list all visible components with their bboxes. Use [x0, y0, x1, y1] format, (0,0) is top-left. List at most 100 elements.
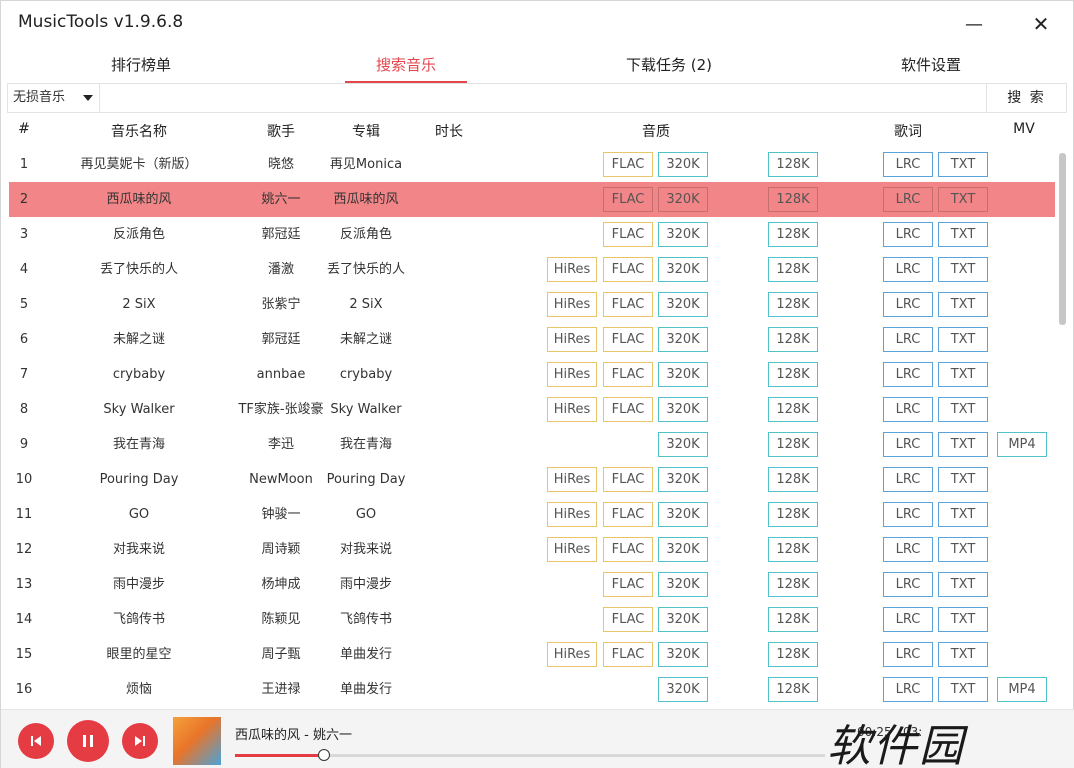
quality-128-button[interactable]: 128K [768, 537, 818, 562]
table-row[interactable]: 14 飞鸽传书 陈颖见 飞鸽传书 FLAC 320K 128K LRC TXT [9, 602, 1055, 637]
tab-search[interactable]: 搜索音乐 [345, 49, 467, 83]
table-row[interactable]: 3 反派角色 郭冠廷 反派角色 FLAC 320K 128K LRC TXT [9, 217, 1055, 252]
txt-button[interactable]: TXT [938, 257, 988, 282]
hires-button[interactable]: HiRes [547, 292, 597, 317]
flac-button[interactable]: FLAC [603, 642, 653, 667]
flac-button[interactable]: FLAC [603, 152, 653, 177]
flac-button[interactable]: FLAC [603, 257, 653, 282]
flac-button[interactable]: FLAC [603, 467, 653, 492]
table-row[interactable]: 2 西瓜味的风 姚六一 西瓜味的风 FLAC 320K 128K LRC TXT [9, 182, 1055, 217]
txt-button[interactable]: TXT [938, 362, 988, 387]
quality-320-button[interactable]: 320K [658, 257, 708, 282]
txt-button[interactable]: TXT [938, 607, 988, 632]
quality-320-button[interactable]: 320K [658, 537, 708, 562]
lrc-button[interactable]: LRC [883, 327, 933, 352]
quality-320-button[interactable]: 320K [658, 152, 708, 177]
quality-128-button[interactable]: 128K [768, 152, 818, 177]
lrc-button[interactable]: LRC [883, 152, 933, 177]
quality-128-button[interactable]: 128K [768, 642, 818, 667]
txt-button[interactable]: TXT [938, 187, 988, 212]
quality-128-button[interactable]: 128K [768, 222, 818, 247]
quality-128-button[interactable]: 128K [768, 572, 818, 597]
quality-320-button[interactable]: 320K [658, 467, 708, 492]
txt-button[interactable]: TXT [938, 467, 988, 492]
table-row[interactable]: 16 烦恼 王进禄 单曲发行 320K 128K LRC TXT MP4 [9, 672, 1055, 707]
lrc-button[interactable]: LRC [883, 187, 933, 212]
flac-button[interactable]: FLAC [603, 292, 653, 317]
skip-next-icon[interactable] [122, 723, 158, 759]
table-row[interactable]: 7 crybaby annbae crybaby HiRes FLAC 320K 128K LR… [9, 357, 1055, 392]
flac-button[interactable]: FLAC [603, 397, 653, 422]
quality-320-button[interactable]: 320K [658, 642, 708, 667]
flac-button[interactable]: FLAC [603, 362, 653, 387]
txt-button[interactable]: TXT [938, 677, 988, 702]
skip-previous-icon[interactable] [18, 723, 54, 759]
quality-320-button[interactable]: 320K [658, 677, 708, 702]
txt-button[interactable]: TXT [938, 222, 988, 247]
hires-button[interactable]: HiRes [547, 362, 597, 387]
quality-320-button[interactable]: 320K [658, 222, 708, 247]
lrc-button[interactable]: LRC [883, 467, 933, 492]
txt-button[interactable]: TXT [938, 397, 988, 422]
search-input[interactable] [100, 84, 986, 112]
table-row[interactable]: 1 再见莫妮卡（新版） 晓悠 再见Monica FLAC 320K 128K LRC TXT [9, 147, 1055, 182]
scrollbar[interactable] [1057, 147, 1067, 707]
search-button[interactable]: 搜 索 [986, 84, 1066, 112]
quality-128-button[interactable]: 128K [768, 467, 818, 492]
txt-button[interactable]: TXT [938, 537, 988, 562]
hires-button[interactable]: HiRes [547, 467, 597, 492]
quality-320-button[interactable]: 320K [658, 187, 708, 212]
txt-button[interactable]: TXT [938, 502, 988, 527]
quality-128-button[interactable]: 128K [768, 397, 818, 422]
txt-button[interactable]: TXT [938, 572, 988, 597]
lrc-button[interactable]: LRC [883, 572, 933, 597]
lrc-button[interactable]: LRC [883, 432, 933, 457]
tab-downloads[interactable]: 下载任务 (2) [607, 49, 731, 83]
flac-button[interactable]: FLAC [603, 537, 653, 562]
quality-128-button[interactable]: 128K [768, 362, 818, 387]
lrc-button[interactable]: LRC [883, 537, 933, 562]
quality-128-button[interactable]: 128K [768, 327, 818, 352]
lrc-button[interactable]: LRC [883, 362, 933, 387]
minimize-icon[interactable]: — [959, 9, 989, 39]
table-row[interactable]: 6 未解之谜 郭冠廷 未解之谜 HiRes FLAC 320K 128K LRC TXT [9, 322, 1055, 357]
hires-button[interactable]: HiRes [547, 502, 597, 527]
table-row[interactable]: 12 对我来说 周诗颖 对我来说 HiRes FLAC 320K 128K LRC TXT [9, 532, 1055, 567]
source-select[interactable]: 无损音乐 [8, 84, 100, 112]
flac-button[interactable]: FLAC [603, 572, 653, 597]
tab-settings[interactable]: 软件设置 [871, 49, 991, 83]
table-row[interactable]: 11 GO 钟骏一 GO HiRes FLAC 320K 128K LRC TXT [9, 497, 1055, 532]
tab-charts[interactable]: 排行榜单 [81, 49, 201, 83]
lrc-button[interactable]: LRC [883, 292, 933, 317]
quality-128-button[interactable]: 128K [768, 187, 818, 212]
quality-128-button[interactable]: 128K [768, 257, 818, 282]
flac-button[interactable]: FLAC [603, 222, 653, 247]
hires-button[interactable]: HiRes [547, 537, 597, 562]
flac-button[interactable]: FLAC [603, 607, 653, 632]
flac-button[interactable]: FLAC [603, 187, 653, 212]
close-icon[interactable]: ✕ [1026, 9, 1056, 39]
hires-button[interactable]: HiRes [547, 397, 597, 422]
table-row[interactable]: 5 2 SiX 张紫宁 2 SiX HiRes FLAC 320K 128K LRC TXT [9, 287, 1055, 322]
quality-128-button[interactable]: 128K [768, 677, 818, 702]
quality-128-button[interactable]: 128K [768, 607, 818, 632]
table-row[interactable]: 13 雨中漫步 杨坤成 雨中漫步 FLAC 320K 128K LRC TXT [9, 567, 1055, 602]
table-row[interactable]: 9 我在青海 李迅 我在青海 320K 128K LRC TXT MP4 [9, 427, 1055, 462]
quality-128-button[interactable]: 128K [768, 502, 818, 527]
table-row[interactable]: 8 Sky Walker TF家族-张竣豪 Sky Walker HiRes FLAC 32… [9, 392, 1055, 427]
lrc-button[interactable]: LRC [883, 677, 933, 702]
quality-320-button[interactable]: 320K [658, 607, 708, 632]
txt-button[interactable]: TXT [938, 292, 988, 317]
flac-button[interactable]: FLAC [603, 502, 653, 527]
quality-320-button[interactable]: 320K [658, 362, 708, 387]
lrc-button[interactable]: LRC [883, 607, 933, 632]
txt-button[interactable]: TXT [938, 327, 988, 352]
hires-button[interactable]: HiRes [547, 642, 597, 667]
table-row[interactable]: 15 眼里的星空 周子甄 单曲发行 HiRes FLAC 320K 128K LRC TXT [9, 637, 1055, 672]
quality-320-button[interactable]: 320K [658, 397, 708, 422]
lrc-button[interactable]: LRC [883, 397, 933, 422]
txt-button[interactable]: TXT [938, 642, 988, 667]
progress-knob[interactable] [318, 749, 330, 761]
quality-320-button[interactable]: 320K [658, 502, 708, 527]
quality-320-button[interactable]: 320K [658, 572, 708, 597]
